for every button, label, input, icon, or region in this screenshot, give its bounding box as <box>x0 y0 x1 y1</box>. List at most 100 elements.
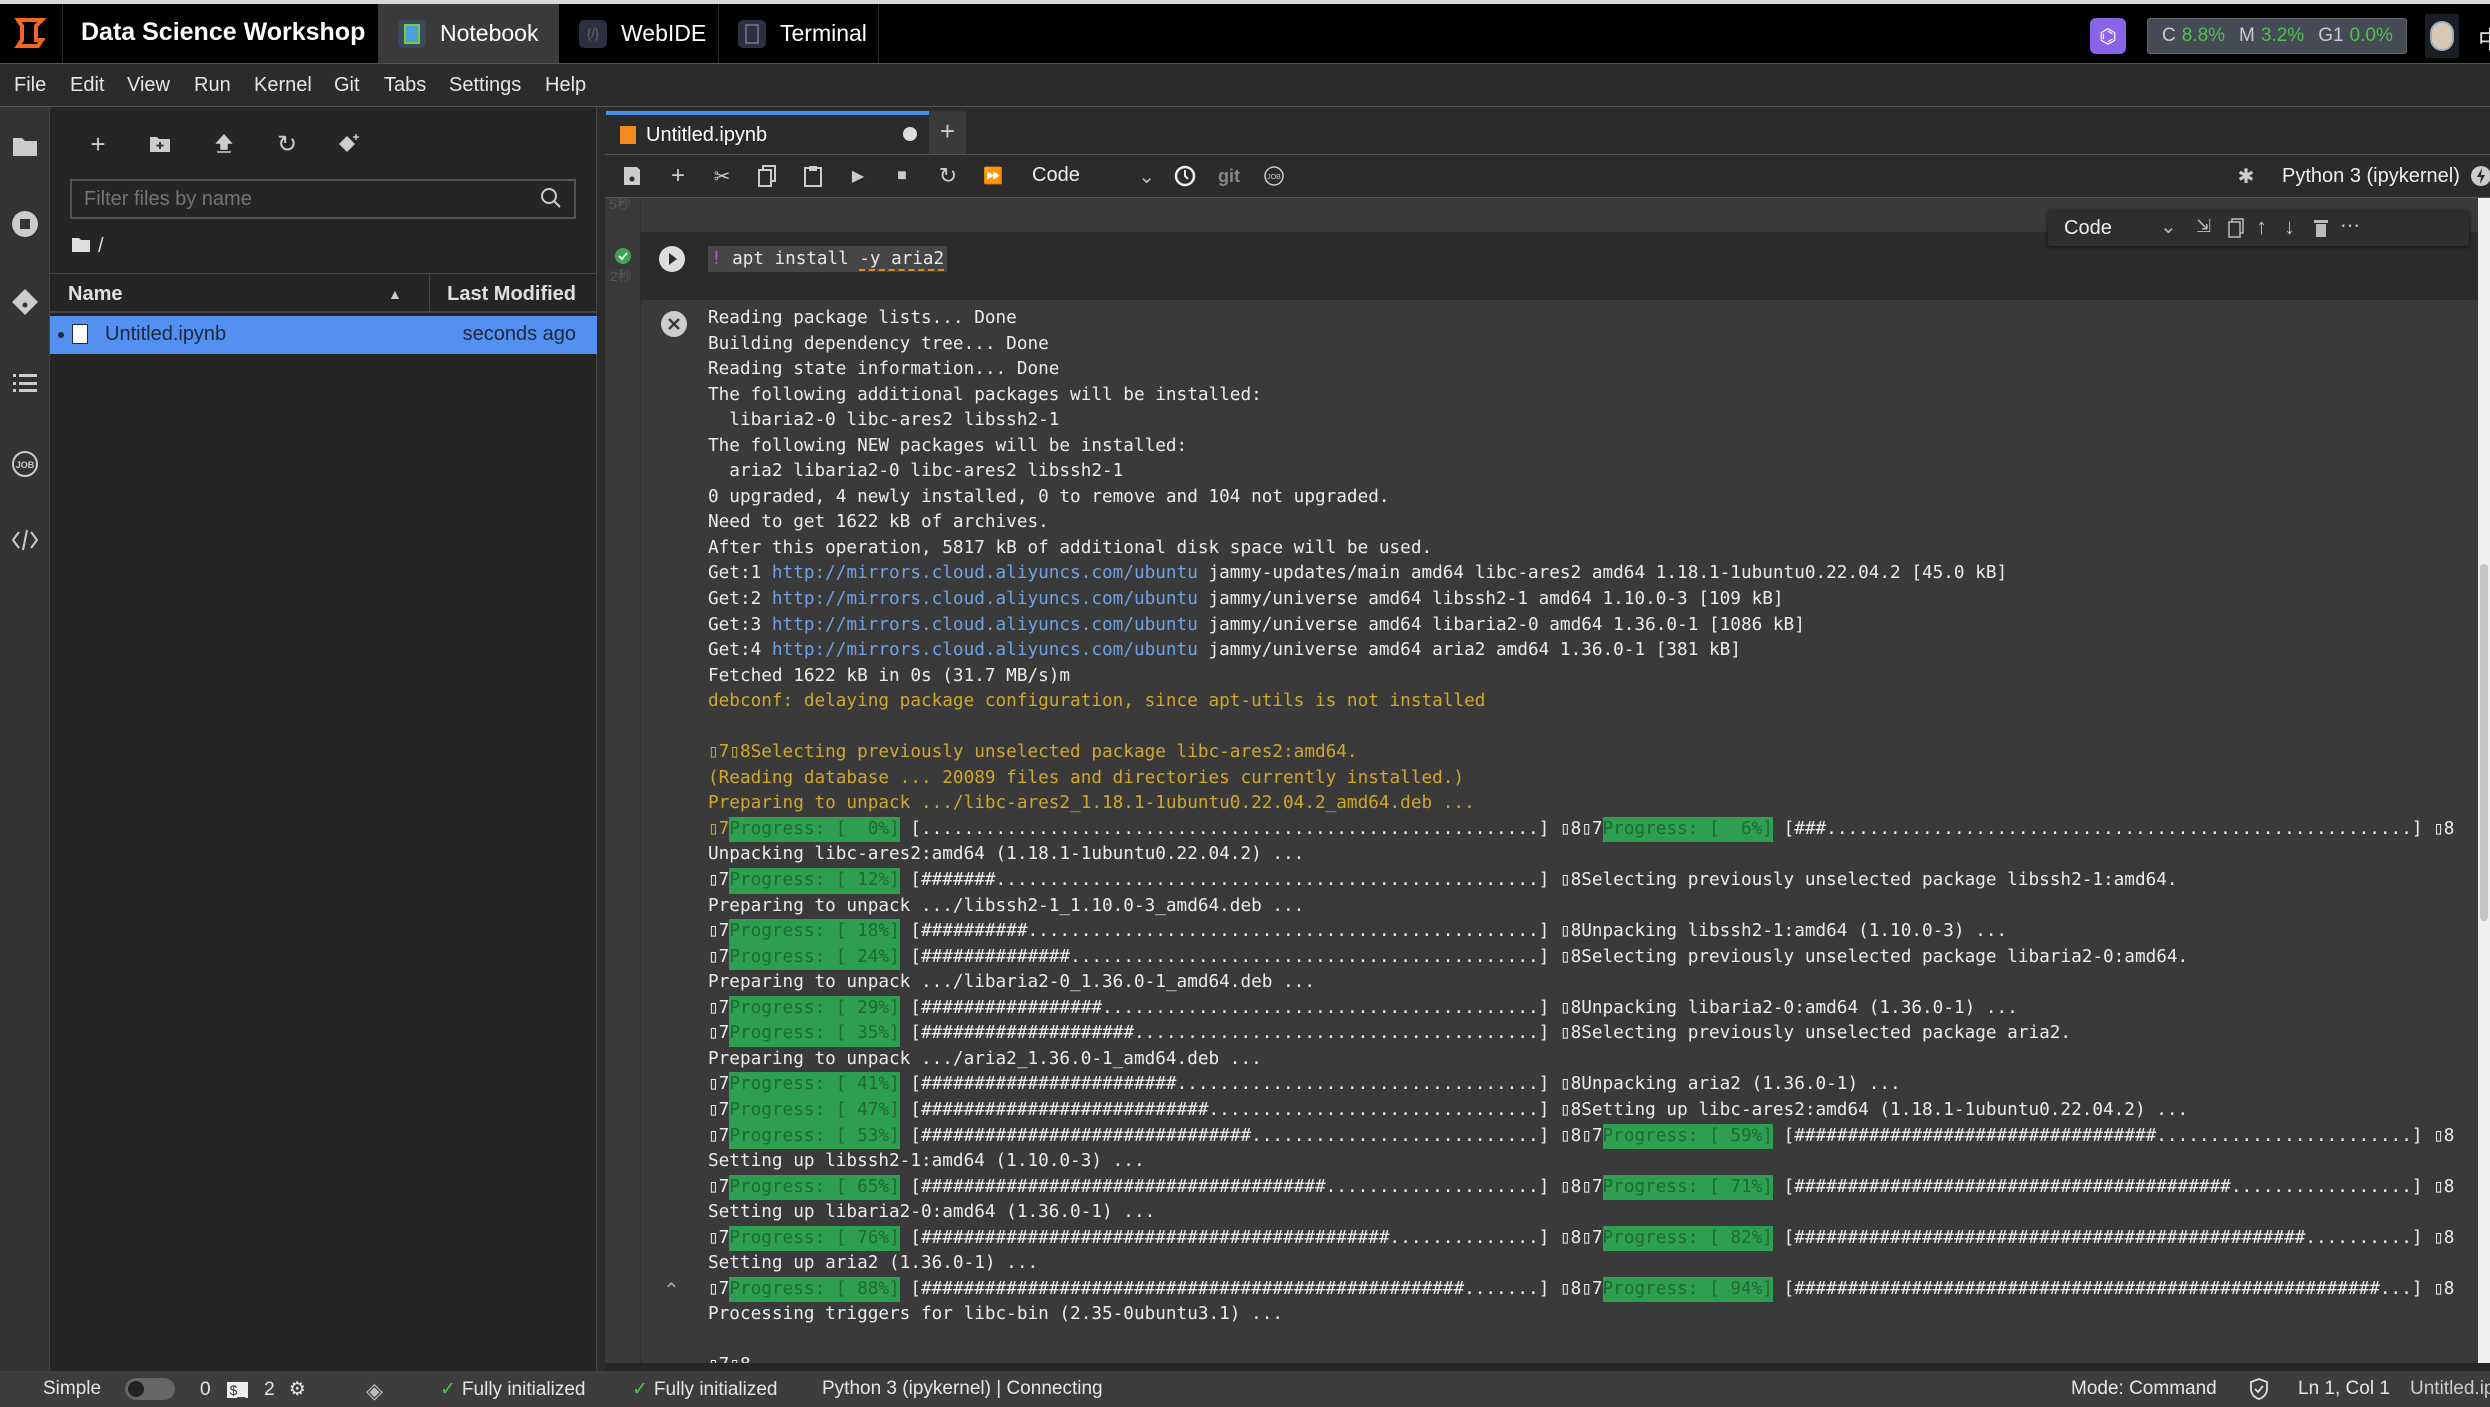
tab-webide[interactable]: {/} WebIDE <box>559 4 718 63</box>
output-text: Preparing to unpack .../libc-ares2_1.18.… <box>708 793 1475 814</box>
collapse-output-icon[interactable]: ⌃ <box>663 1278 680 1303</box>
fast-forward-icon[interactable]: ⏩ <box>979 162 1007 190</box>
running-stop-icon[interactable] <box>9 208 41 240</box>
clear-output-icon[interactable] <box>660 310 688 343</box>
copy-icon[interactable] <box>753 162 781 190</box>
toggle-switch[interactable] <box>125 1378 176 1400</box>
output-text: [#######################################… <box>899 1227 1603 1248</box>
extension-status[interactable]: ✓ Fully initialized <box>632 1378 777 1401</box>
menu-kernel[interactable]: Kernel <box>254 74 312 97</box>
code-editor[interactable]: ! apt install -y aria2 <box>708 246 948 272</box>
code-snippets-icon[interactable] <box>9 524 41 556</box>
menu-view[interactable]: View <box>127 74 170 97</box>
terminals-count[interactable]: 0 $_ 2 ⚙ <box>200 1378 306 1401</box>
user-avatar[interactable] <box>2425 14 2459 58</box>
debugger-bug-icon[interactable]: ✱ <box>2232 162 2260 190</box>
notebook-scrollbar[interactable] <box>2478 198 2490 1363</box>
mirror-link[interactable]: http://mirrors.cloud.aliyuncs.com/ubuntu <box>772 589 1198 609</box>
run-cell-button[interactable] <box>658 245 686 278</box>
new-folder-button[interactable] <box>145 129 175 159</box>
scrollbar-thumb[interactable] <box>2480 564 2488 921</box>
extension-status[interactable]: ✓ Fully initialized <box>440 1378 585 1401</box>
menu-tabs[interactable]: Tabs <box>384 74 426 97</box>
assistant-icon[interactable]: ⌬ <box>2090 18 2126 54</box>
git-diff-button[interactable]: git <box>1215 162 1243 190</box>
kernel-name[interactable]: Python 3 (ipykernel) <box>2282 165 2460 188</box>
file-modified: seconds ago <box>462 323 576 345</box>
mirror-link[interactable]: http://mirrors.cloud.aliyuncs.com/ubuntu <box>772 615 1198 635</box>
simple-mode-toggle[interactable]: Simple <box>43 1378 176 1400</box>
breadcrumb-root[interactable]: / <box>98 235 104 258</box>
status-text: Fully initialized <box>461 1378 586 1400</box>
table-of-contents-icon[interactable] <box>9 367 41 399</box>
language-toggle[interactable]: 中 <box>2478 20 2490 55</box>
notebook-mode: Mode: Command <box>2071 1378 2217 1399</box>
paste-icon[interactable] <box>799 162 827 190</box>
status-bar: Simple 0 $_ 2 ⚙ ◈ ✓ Fully initialized ✓ Fu… <box>0 1371 2490 1407</box>
column-name[interactable]: Name <box>68 283 122 306</box>
output-text: aria2 libaria2-0 libc-ares2 libssh2-1 <box>708 461 1124 482</box>
tab-terminal[interactable]: Terminal <box>718 4 878 63</box>
menu-git[interactable]: Git <box>334 74 360 97</box>
folder-icon[interactable] <box>72 235 90 258</box>
delete-icon[interactable] <box>2314 219 2328 242</box>
run-icon[interactable]: ▶ <box>844 162 872 190</box>
output-text: 0 upgraded, 4 newly installed, 0 to remo… <box>708 486 1390 507</box>
app-logo-icon[interactable] <box>14 16 47 50</box>
mirror-link[interactable]: http://mirrors.cloud.aliyuncs.com/ubuntu <box>772 563 1198 583</box>
output-text: Processing triggers for libc-bin (2.35-0… <box>708 1304 1284 1325</box>
git-clone-button[interactable] <box>334 129 364 159</box>
save-icon[interactable] <box>618 162 646 190</box>
notebook-file-icon <box>620 126 636 144</box>
file-row[interactable]: Untitled.ipynb seconds ago <box>50 316 597 354</box>
mirror-link[interactable]: http://mirrors.cloud.aliyuncs.com/ubuntu <box>772 640 1198 660</box>
job-icon[interactable]: JOB <box>1260 162 1288 190</box>
menu-file[interactable]: File <box>14 74 46 97</box>
stop-icon[interactable]: ■ <box>888 162 916 190</box>
cell-type-select[interactable]: Code ⌄ <box>1032 164 1155 188</box>
output-text: [#######################################… <box>899 1278 1603 1299</box>
shield-icon[interactable] <box>2250 1378 2268 1400</box>
job-icon[interactable]: JOB <box>9 448 41 480</box>
upload-button[interactable] <box>209 129 239 159</box>
cpu-label: C <box>2162 25 2176 46</box>
cell-type-select[interactable]: Code <box>2064 217 2112 240</box>
file-name: Untitled.ipynb <box>105 323 227 345</box>
kernel-status-icon <box>2467 162 2490 190</box>
move-up-icon[interactable]: ↑ <box>2256 214 2267 240</box>
output-line: Get:1 http://mirrors.cloud.aliyuncs.com/… <box>708 561 2454 587</box>
menu-help[interactable]: Help <box>545 74 586 97</box>
duplicate-icon[interactable] <box>2228 218 2244 243</box>
refresh-button[interactable]: ↻ <box>272 129 302 159</box>
column-last-modified[interactable]: Last Modified <box>447 283 576 306</box>
clock-icon[interactable] <box>1171 162 1199 190</box>
output-line: ▯7Progress: [ 18%] [##########..........… <box>708 919 2454 945</box>
collapse-icon[interactable]: ⇲ <box>2196 216 2211 237</box>
insert-cell-icon[interactable]: + <box>664 162 692 190</box>
output-line: Processing triggers for libc-bin (2.35-0… <box>708 1302 2454 1328</box>
output-text: jammy-updates/main amd64 libc-ares2 amd6… <box>1197 563 2008 584</box>
menu-edit[interactable]: Edit <box>70 74 104 97</box>
new-tab-button[interactable]: + <box>929 111 966 155</box>
output-text: ▯7 <box>708 921 730 942</box>
tab-notebook[interactable]: Notebook <box>378 4 559 63</box>
chevron-down-icon[interactable]: ⌄ <box>2160 214 2177 239</box>
menu-run[interactable]: Run <box>194 74 231 97</box>
progress-label: Progress: [ 76%] <box>729 1225 900 1252</box>
cursor-position[interactable]: Ln 1, Col 1 <box>2298 1378 2390 1400</box>
cut-icon[interactable]: ✂ <box>708 162 736 190</box>
filter-files-input[interactable] <box>70 179 576 219</box>
restart-icon[interactable]: ↻ <box>934 162 962 190</box>
breadcrumb: / <box>72 235 104 258</box>
kernel-status[interactable]: Python 3 (ipykernel) | Connecting <box>822 1378 1103 1400</box>
output-text: The following additional packages will b… <box>708 384 1262 405</box>
menu-settings[interactable]: Settings <box>449 74 521 97</box>
git-icon[interactable] <box>9 286 41 318</box>
tab-untitled-ipynb[interactable]: Untitled.ipynb <box>606 111 929 155</box>
git-status-icon[interactable]: ◈ <box>366 1378 383 1404</box>
more-icon[interactable]: ⋯ <box>2340 213 2360 238</box>
unsaved-dot-icon[interactable] <box>903 127 917 141</box>
folder-icon[interactable] <box>9 130 41 162</box>
move-down-icon[interactable]: ↓ <box>2284 214 2295 240</box>
new-launcher-button[interactable]: + <box>83 129 113 159</box>
